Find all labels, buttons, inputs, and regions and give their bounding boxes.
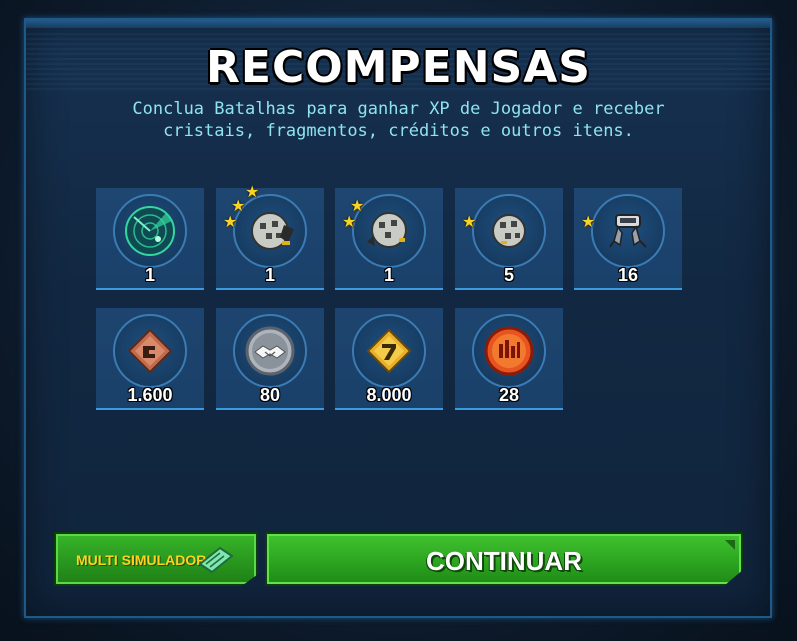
guild-handshake-icon xyxy=(245,326,295,376)
radar-icon xyxy=(125,206,175,256)
reward-count: 16 xyxy=(617,265,639,285)
reward-count: 80 xyxy=(259,385,281,405)
ability-material-icon xyxy=(492,214,526,248)
continue-label: CONTINUAR xyxy=(426,546,582,576)
star-icon: ★ xyxy=(462,212,477,231)
reward-count: 1 xyxy=(383,265,394,285)
reward-icon-frame xyxy=(113,194,187,268)
star-icon: ★ xyxy=(223,212,238,231)
reward-count: 1 xyxy=(264,265,275,285)
reward-icon-frame xyxy=(472,194,546,268)
reward-tile-gold-training[interactable]: 8.000 xyxy=(335,308,443,410)
reward-tile-ability-material-3star[interactable]: ★ ★ ★ 1 xyxy=(216,184,324,290)
star-icon: ★ xyxy=(350,196,365,215)
star-icon: ★ xyxy=(342,212,357,231)
reward-tile-radar[interactable]: 1 xyxy=(96,188,204,290)
sim-ticket-icon xyxy=(198,546,234,574)
reward-tile-salvage[interactable]: ★ 16 xyxy=(574,188,682,290)
reward-count: 1 xyxy=(144,265,155,285)
ability-material-icon xyxy=(367,212,407,248)
gold-training-droid-icon xyxy=(366,328,412,374)
reward-icon-frame xyxy=(591,194,665,268)
continue-button[interactable]: CONTINUAR xyxy=(265,532,743,586)
reward-count: 1.600 xyxy=(127,385,173,405)
reward-count: 8.000 xyxy=(366,385,412,405)
corner-mark xyxy=(725,540,735,550)
red-currency-icon xyxy=(484,326,534,376)
reward-icon-frame xyxy=(113,314,187,388)
reward-count: 5 xyxy=(503,265,514,285)
bronze-training-droid-icon xyxy=(127,328,173,374)
reward-icon-frame xyxy=(472,314,546,388)
multi-simulator-button[interactable]: MULTI SIMULADOR xyxy=(54,532,258,586)
page-title: RECOMPENSAS xyxy=(206,42,591,93)
reward-tile-ability-material-1star[interactable]: ★ 5 xyxy=(455,188,563,290)
star-icon: ★ xyxy=(245,182,260,201)
reward-tile-bronze-training[interactable]: 1.600 xyxy=(96,308,204,410)
star-icon: ★ xyxy=(581,212,596,231)
reward-icon-frame xyxy=(352,314,426,388)
reward-tile-guild-currency[interactable]: 80 xyxy=(216,308,324,410)
star-icon: ★ xyxy=(231,196,246,215)
reward-icon-frame xyxy=(233,314,307,388)
salvage-droid-icon xyxy=(609,214,647,248)
reward-count: 28 xyxy=(498,385,520,405)
ability-material-icon xyxy=(251,212,294,250)
multi-simulator-label: MULTI SIMULADOR xyxy=(76,552,207,568)
panel-header-bar xyxy=(26,20,770,28)
reward-tile-red-currency[interactable]: 28 xyxy=(455,308,563,410)
subtitle-line-1: Conclua Batalhas para ganhar XP de Jogad… xyxy=(132,99,665,119)
subtitle: Conclua Batalhas para ganhar XP de Jogad… xyxy=(0,98,797,142)
reward-tile-ability-material-2star[interactable]: ★ ★ 1 xyxy=(335,188,443,290)
subtitle-line-2: cristais, fragmentos, créditos e outros … xyxy=(163,121,634,141)
